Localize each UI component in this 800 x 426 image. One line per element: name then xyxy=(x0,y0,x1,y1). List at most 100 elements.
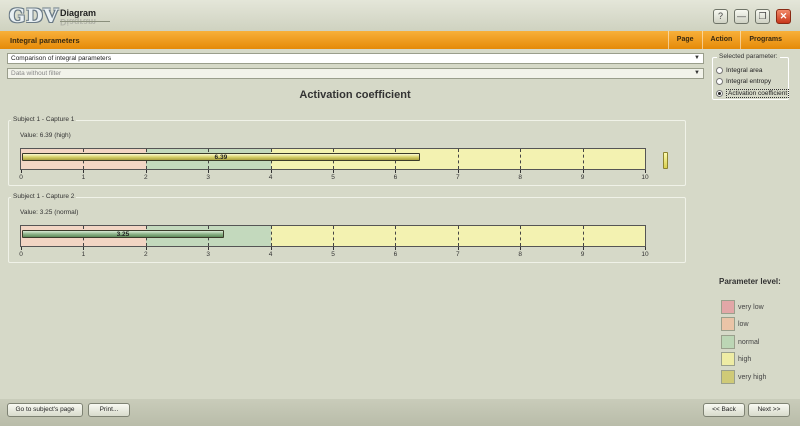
menu-programs[interactable]: Programs xyxy=(740,31,790,49)
restore-button[interactable]: ❐ xyxy=(755,9,770,24)
radio-label: Integral entropy xyxy=(726,78,772,85)
tick-label: 3 xyxy=(206,251,210,258)
bottom-bar: Go to subject's page Print... << Back Ne… xyxy=(0,399,800,426)
legend-item-normal: normal xyxy=(721,335,759,349)
comparison-select-value: Comparison of integral parameters xyxy=(11,55,112,62)
radio-integral-area[interactable]: Integral area xyxy=(716,67,763,74)
menu-action[interactable]: Action xyxy=(701,31,741,49)
axis-tick xyxy=(145,247,147,250)
tick-label: 2 xyxy=(143,251,148,258)
legend-label: high xyxy=(738,355,752,363)
tick-label: 4 xyxy=(268,174,273,181)
legend-label: very high xyxy=(738,373,767,381)
legend-swatch xyxy=(721,370,735,384)
tick-label: 1 xyxy=(81,251,86,258)
gridline xyxy=(333,226,334,246)
legend-item-very-low: very low xyxy=(721,300,764,314)
axis-tick xyxy=(645,170,646,173)
parameter-group-legend: Selected parameter: xyxy=(717,53,780,60)
tick-label: 5 xyxy=(331,174,335,181)
comparison-select[interactable]: Comparison of integral parameters ▼ xyxy=(7,53,704,64)
gridline xyxy=(457,149,459,169)
axis-tick xyxy=(270,247,272,250)
axis-tick xyxy=(208,170,210,173)
axis-tick xyxy=(520,170,522,173)
scale-track: 6.39 xyxy=(20,148,646,170)
tick-label: 6 xyxy=(393,251,398,258)
menu-bar: Page Action Programs xyxy=(667,31,790,49)
value-bar: 6.39 xyxy=(22,153,420,161)
filter-select-value: Data without filter xyxy=(11,70,62,77)
axis-tick xyxy=(457,247,459,250)
go-to-subject-button[interactable]: Go to subject's page xyxy=(7,403,83,417)
legend-label: low xyxy=(738,320,749,328)
chart-group-1: Subject 1 - Capture 1 Value: 6.39 (high)… xyxy=(8,116,686,186)
radio-icon[interactable] xyxy=(716,67,723,74)
print-button[interactable]: Print... xyxy=(88,403,130,417)
legend-item-low: low xyxy=(721,317,749,331)
value-text: Value: 6.39 (high) xyxy=(20,132,71,139)
legend-label: very low xyxy=(738,303,764,311)
axis-tick xyxy=(582,170,584,173)
tick-label: 7 xyxy=(455,174,460,181)
axis-tick xyxy=(83,247,85,250)
axis-tick xyxy=(645,247,646,250)
chevron-down-icon: ▼ xyxy=(694,55,700,61)
app-logo: GDV xyxy=(9,5,60,27)
legend-item-very-high: very high xyxy=(721,370,766,384)
gridline xyxy=(582,149,584,169)
gridline xyxy=(520,149,522,169)
chart-group-title: Subject 1 - Capture 1 xyxy=(11,116,77,123)
gridline xyxy=(270,226,272,246)
app-title-reflection: Diagram xyxy=(60,17,97,27)
axis-tick xyxy=(83,170,85,173)
filter-select[interactable]: Data without filter ▼ xyxy=(7,68,704,79)
title-bar: GDV Diagram Diagram ? — ❐ ✕ xyxy=(0,0,800,31)
axis-tick xyxy=(457,170,459,173)
gridline xyxy=(457,226,459,246)
tick-label: 9 xyxy=(580,174,585,181)
gridline xyxy=(582,226,584,246)
legend-title: Parameter level: xyxy=(719,277,781,286)
chart-group-title: Subject 1 - Capture 2 xyxy=(11,193,77,200)
radio-icon[interactable] xyxy=(716,78,723,85)
legend-swatch xyxy=(721,335,735,349)
tick-label: 7 xyxy=(455,251,460,258)
axis-tick xyxy=(582,247,584,250)
legend-item-high: high xyxy=(721,352,751,366)
tick-label: 0 xyxy=(19,251,23,258)
exclamation-icon xyxy=(663,152,668,169)
axis-tick xyxy=(270,170,272,173)
help-button[interactable]: ? xyxy=(713,9,728,24)
next-button[interactable]: Next >> xyxy=(748,403,790,417)
title-underline xyxy=(60,21,110,22)
tick-label: 1 xyxy=(81,174,86,181)
back-button[interactable]: << Back xyxy=(703,403,745,417)
axis-tick xyxy=(333,170,334,173)
tick-label: 6 xyxy=(393,174,398,181)
radio-integral-entropy[interactable]: Integral entropy xyxy=(716,78,771,85)
chart-group-2: Subject 1 - Capture 2 Value: 3.25 (norma… xyxy=(8,193,686,263)
close-button[interactable]: ✕ xyxy=(776,9,791,24)
legend-swatch xyxy=(721,300,735,314)
tick-label: 4 xyxy=(268,251,273,258)
minimize-button[interactable]: — xyxy=(734,9,749,24)
chevron-down-icon: ▼ xyxy=(694,70,700,76)
radio-activation-coefficient[interactable]: Activation coefficient xyxy=(716,89,790,98)
radio-label: Integral area xyxy=(726,67,763,74)
radio-icon[interactable] xyxy=(716,90,723,97)
chart-title: Activation coefficient xyxy=(299,89,411,101)
tick-label: 10 xyxy=(641,251,649,258)
parameter-group: Selected parameter: Integral area Integr… xyxy=(712,53,790,100)
radio-label: Activation coefficient xyxy=(726,89,790,98)
axis-tick xyxy=(208,247,210,250)
tick-label: 9 xyxy=(580,251,585,258)
tick-label: 5 xyxy=(331,251,335,258)
menu-page[interactable]: Page xyxy=(667,31,702,49)
legend-swatch xyxy=(721,352,735,366)
scale-track: 3.25 xyxy=(20,225,646,247)
tick-label: 8 xyxy=(518,174,522,181)
axis-tick xyxy=(21,247,22,250)
axis-tick xyxy=(333,247,334,250)
value-bar: 3.25 xyxy=(22,230,224,238)
